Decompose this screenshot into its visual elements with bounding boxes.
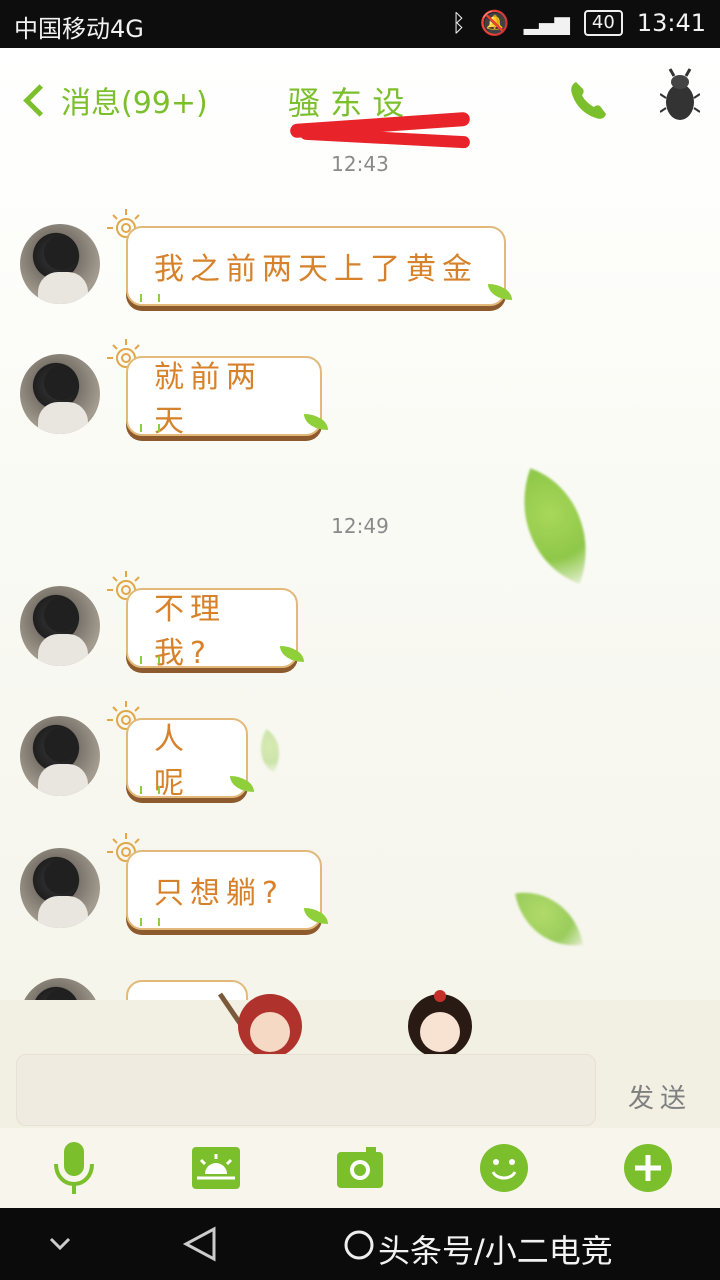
send-button[interactable]: 发送 — [628, 1078, 692, 1115]
carrier-label: 中国移动4G — [14, 15, 144, 43]
bluetooth-icon: ᛒ — [451, 9, 466, 37]
message-text: 不理我? — [154, 592, 226, 671]
message-text: 人呢 — [154, 722, 190, 801]
sunrise-icon — [192, 1147, 240, 1189]
leaf-icon — [488, 284, 512, 300]
back-label: 消息(99+) — [61, 86, 208, 121]
clock: 13:41 — [636, 9, 706, 37]
composer-toolbar — [0, 1128, 720, 1208]
message-text: 我之前两天上了黄金 — [154, 252, 478, 287]
emoji-icon — [480, 1144, 528, 1192]
chat-area[interactable]: 消息(99+) 骚 东 设 12:43 我之前两天上了黄金 就前两天 12:49… — [0, 48, 720, 1000]
message-bubble[interactable]: 只想躺? — [126, 850, 328, 930]
grass-icon — [140, 294, 160, 302]
grass-icon — [140, 424, 160, 432]
add-button[interactable] — [620, 1140, 676, 1196]
message-bubble[interactable]: 人呢 — [126, 718, 254, 801]
avatar[interactable] — [20, 848, 100, 928]
system-navbar: 头条号/小二电竞 — [0, 1208, 720, 1280]
plus-icon — [624, 1144, 672, 1192]
cartoon-characters-decoration — [217, 990, 472, 1058]
message-bubble[interactable]: 就前两天 — [126, 356, 328, 439]
message-bubble[interactable]: 我之前两天上了黄金 — [126, 226, 512, 306]
message-text: 只想躺? — [154, 876, 284, 911]
leaf-icon — [304, 414, 328, 430]
microphone-icon — [54, 1142, 94, 1194]
status-bar: 中国移动4G ᛒ 🔕 ▂▄▆ 40 13:41 — [0, 0, 720, 48]
timestamp: 12:49 — [331, 514, 389, 538]
leaf-decoration — [249, 729, 291, 773]
camera-button[interactable] — [332, 1140, 388, 1196]
avatar[interactable] — [20, 716, 100, 796]
avatar[interactable] — [20, 224, 100, 304]
message-input[interactable] — [16, 1054, 596, 1126]
home-circle-icon[interactable] — [344, 1230, 374, 1260]
grass-icon — [140, 786, 160, 794]
camera-icon — [337, 1147, 383, 1188]
beetle-icon[interactable] — [660, 68, 700, 124]
back-button[interactable]: 消息(99+) — [20, 78, 208, 122]
chevron-down-icon[interactable] — [48, 1236, 72, 1252]
message-text: 就前两天 — [154, 360, 262, 439]
avatar[interactable] — [20, 586, 100, 666]
grass-icon — [140, 656, 160, 664]
microphone-button[interactable] — [46, 1140, 102, 1196]
watermark-text: 头条号/小二电竞 — [378, 1232, 613, 1270]
phone-icon[interactable] — [566, 78, 610, 122]
leaf-decoration — [515, 883, 583, 955]
scene-button[interactable] — [188, 1140, 244, 1196]
emoji-button[interactable] — [476, 1140, 532, 1196]
battery-icon: 40 — [583, 10, 623, 36]
back-triangle-icon[interactable] — [182, 1226, 218, 1262]
grass-icon — [140, 918, 160, 926]
timestamp: 12:43 — [331, 152, 389, 176]
avatar[interactable] — [20, 354, 100, 434]
leaf-icon — [230, 776, 254, 792]
message-bubble[interactable]: 不理我? — [126, 588, 304, 671]
avatar[interactable] — [20, 978, 100, 1000]
mute-icon: 🔕 — [479, 9, 510, 37]
leaf-icon — [304, 908, 328, 924]
leaf-icon — [280, 646, 304, 662]
signal-icon: ▂▄▆ — [523, 11, 570, 35]
chevron-left-icon — [23, 83, 56, 117]
composer: 发送 — [0, 990, 720, 1128]
